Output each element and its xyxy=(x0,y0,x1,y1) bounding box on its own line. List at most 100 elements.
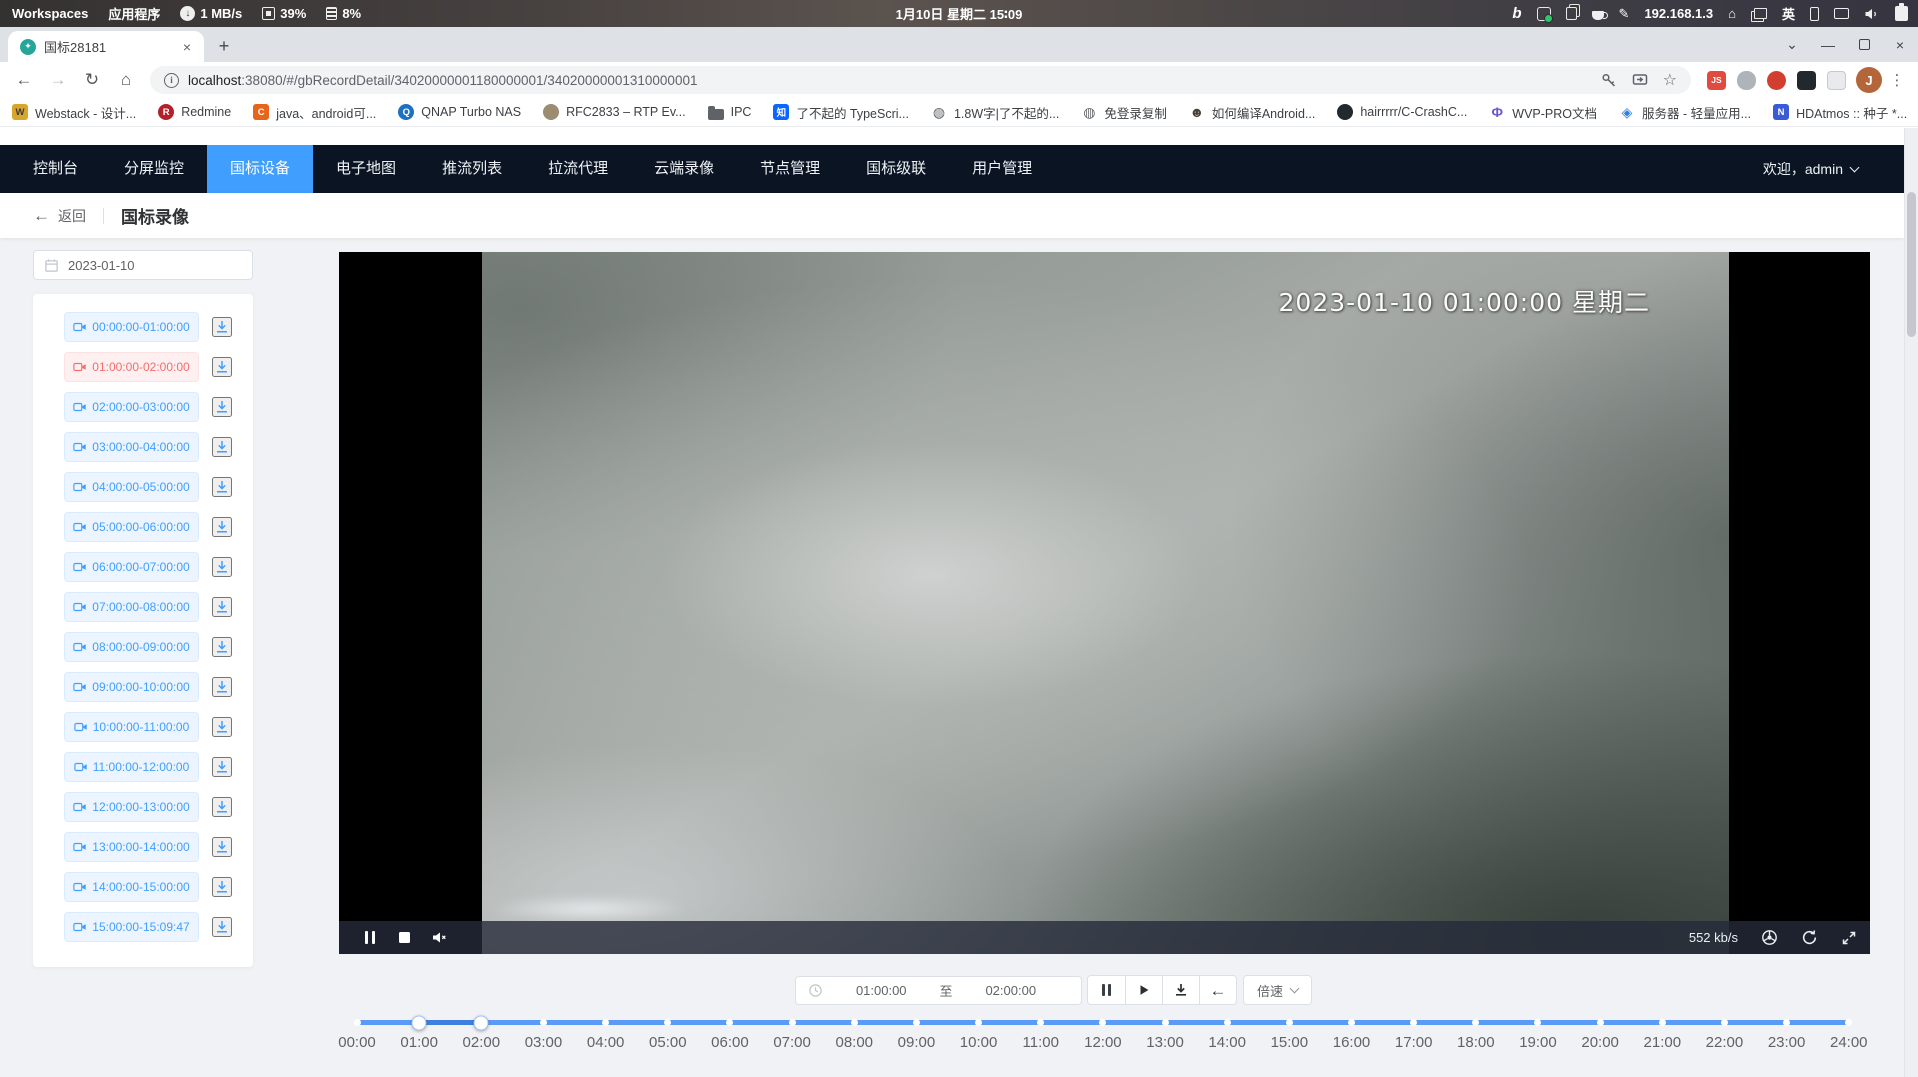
time-range-picker[interactable]: 01:00:00 至 02:00:00 xyxy=(795,976,1082,1005)
tab-close-icon[interactable]: × xyxy=(178,38,196,56)
playback-speed-dropdown[interactable]: 倍速 xyxy=(1243,975,1312,1005)
record-segment-button[interactable]: 07:00:00-08:00:00 xyxy=(64,592,199,622)
download-record-button[interactable] xyxy=(212,797,232,817)
extension-icon-3[interactable] xyxy=(1767,71,1786,90)
end-time-input[interactable]: 02:00:00 xyxy=(953,983,1070,998)
pause-playback-button[interactable] xyxy=(1088,976,1125,1004)
site-info-icon[interactable]: i xyxy=(164,73,179,88)
timeline-track[interactable] xyxy=(357,1020,1849,1025)
record-segment-button[interactable]: 00:00:00-01:00:00 xyxy=(64,312,199,342)
home-button[interactable]: ⌂ xyxy=(110,64,142,96)
download-record-button[interactable] xyxy=(212,597,232,617)
nav-tab-user-manage[interactable]: 用户管理 xyxy=(949,145,1055,193)
bookmark-copy-nologin[interactable]: ◍免登录复制 xyxy=(1081,103,1167,122)
download-record-button[interactable] xyxy=(212,477,232,497)
nav-tab-console[interactable]: 控制台 xyxy=(10,145,101,193)
nav-tab-node-manage[interactable]: 节点管理 xyxy=(737,145,843,193)
bookmark-star-icon[interactable]: ☆ xyxy=(1663,70,1677,90)
extension-icon-1[interactable]: JS xyxy=(1707,71,1726,90)
bookmark-csdn[interactable]: Cjava、android可... xyxy=(253,103,376,122)
record-segment-button[interactable]: 02:00:00-03:00:00 xyxy=(64,392,199,422)
download-record-button[interactable] xyxy=(212,437,232,457)
download-record-button[interactable] xyxy=(212,397,232,417)
bookmark-compile-android[interactable]: ☻如何编译Android... xyxy=(1189,103,1316,122)
cpu-indicator[interactable]: 39% xyxy=(262,6,306,21)
record-segment-button[interactable]: 12:00:00-13:00:00 xyxy=(64,792,199,822)
forward-button[interactable]: → xyxy=(42,64,74,96)
player-mute-button[interactable] xyxy=(422,921,457,954)
nav-tab-split-monitor[interactable]: 分屏监控 xyxy=(101,145,207,193)
timeline-handle-start[interactable] xyxy=(412,1015,427,1030)
record-segment-button[interactable]: 06:00:00-07:00:00 xyxy=(64,552,199,582)
nav-tab-map[interactable]: 电子地图 xyxy=(313,145,419,193)
caffeine-tray-icon[interactable] xyxy=(1592,11,1604,20)
nav-tab-gb-cascade[interactable]: 国标级联 xyxy=(843,145,949,193)
applications-button[interactable]: 应用程序 xyxy=(108,4,160,23)
clipboard-tray-icon[interactable] xyxy=(1566,7,1577,20)
download-record-button[interactable] xyxy=(212,357,232,377)
input-language-indicator[interactable]: 英 xyxy=(1782,4,1795,23)
download-record-button[interactable] xyxy=(212,677,232,697)
bookmark-rfc2833[interactable]: RFC2833 – RTP Ev... xyxy=(543,104,686,120)
nav-tab-cloud-record[interactable]: 云端录像 xyxy=(631,145,737,193)
share-icon[interactable] xyxy=(1632,72,1648,88)
nav-tab-push-list[interactable]: 推流列表 xyxy=(419,145,525,193)
snapshot-button[interactable] xyxy=(1761,929,1778,946)
bookmark-redmine[interactable]: RRedmine xyxy=(158,104,231,120)
record-segment-button[interactable]: 05:00:00-06:00:00 xyxy=(64,512,199,542)
bookmark-zhihu-typescript[interactable]: 知了不起的 TypeScri... xyxy=(773,103,909,122)
player-refresh-button[interactable] xyxy=(1801,929,1818,946)
window-minimize-button[interactable]: — xyxy=(1810,27,1846,62)
download-record-button[interactable] xyxy=(212,837,232,857)
bing-tray-icon[interactable]: b xyxy=(1512,5,1521,22)
download-record-button[interactable] xyxy=(212,717,232,737)
bookmark-typescript-article[interactable]: ◍1.8W字|了不起的... xyxy=(931,103,1059,122)
play-button[interactable] xyxy=(1125,976,1162,1004)
browser-menu-icon[interactable]: ⋮ xyxy=(1884,67,1910,93)
record-segment-button[interactable]: 09:00:00-10:00:00 xyxy=(64,672,199,702)
fullscreen-button[interactable] xyxy=(1841,930,1857,946)
address-bar[interactable]: i localhost:38080/#/gbRecordDetail/34020… xyxy=(150,66,1691,94)
extension-icon-4[interactable] xyxy=(1797,71,1816,90)
extension-icon-2[interactable] xyxy=(1737,71,1756,90)
timeline-handle-end[interactable] xyxy=(474,1015,489,1030)
bookmark-github-crash[interactable]: hairrrrr/C-CrashC... xyxy=(1337,104,1467,120)
record-segment-button[interactable]: 03:00:00-04:00:00 xyxy=(64,432,199,462)
bookmark-folder-ipc[interactable]: IPC xyxy=(708,105,752,120)
memory-indicator[interactable]: 8% xyxy=(326,6,361,21)
new-tab-button[interactable]: + xyxy=(210,32,238,60)
record-segment-button[interactable]: 04:00:00-05:00:00 xyxy=(64,472,199,502)
window-switcher-icon[interactable] xyxy=(1754,8,1767,19)
record-segment-button[interactable]: 10:00:00-11:00:00 xyxy=(64,712,199,742)
reload-button[interactable]: ↻ xyxy=(76,64,108,96)
workspaces-button[interactable]: Workspaces xyxy=(12,6,88,21)
battery-icon[interactable] xyxy=(1895,6,1908,21)
video-player[interactable]: 2023-01-10 01:00:00 星期二 552 kb/s xyxy=(339,252,1870,954)
download-record-button[interactable] xyxy=(212,877,232,897)
nav-tab-gb-devices[interactable]: 国标设备 xyxy=(207,145,313,193)
bookmark-cloud-server[interactable]: ◈服务器 - 轻量应用... xyxy=(1619,103,1751,122)
phone-link-icon[interactable] xyxy=(1810,7,1819,21)
extension-icon-5[interactable] xyxy=(1827,71,1846,90)
start-time-input[interactable]: 01:00:00 xyxy=(823,983,940,998)
record-segment-button[interactable]: 01:00:00-02:00:00 xyxy=(64,352,199,382)
url-text[interactable]: localhost:38080/#/gbRecordDetail/3402000… xyxy=(188,73,1592,88)
bookmark-hdatmos[interactable]: NHDAtmos :: 种子 *... xyxy=(1773,103,1907,122)
record-segment-button[interactable]: 14:00:00-15:00:00 xyxy=(64,872,199,902)
record-segment-button[interactable]: 11:00:00-12:00:00 xyxy=(64,752,199,782)
color-picker-tray-icon[interactable]: ✎ xyxy=(1619,7,1630,20)
network-indicator[interactable]: ↓ 1 MB/s xyxy=(180,6,242,21)
player-pause-button[interactable] xyxy=(352,921,387,954)
window-close-button[interactable]: × xyxy=(1882,27,1918,62)
user-menu[interactable]: 欢迎，admin xyxy=(1763,159,1904,179)
passwords-key-icon[interactable] xyxy=(1601,72,1617,88)
clock[interactable]: 1月10日 星期二 15∶09 xyxy=(896,4,1023,23)
display-icon[interactable] xyxy=(1834,8,1849,19)
back-button[interactable]: ← xyxy=(8,64,40,96)
bookmark-wvp-pro-docs[interactable]: ΦWVP-PRO文档 xyxy=(1489,103,1597,122)
window-maximize-button[interactable] xyxy=(1846,27,1882,62)
step-back-button[interactable]: ← xyxy=(1199,976,1236,1004)
download-record-button[interactable] xyxy=(212,517,232,537)
date-picker-input[interactable]: 2023-01-10 xyxy=(33,250,253,280)
download-record-button[interactable] xyxy=(212,557,232,577)
